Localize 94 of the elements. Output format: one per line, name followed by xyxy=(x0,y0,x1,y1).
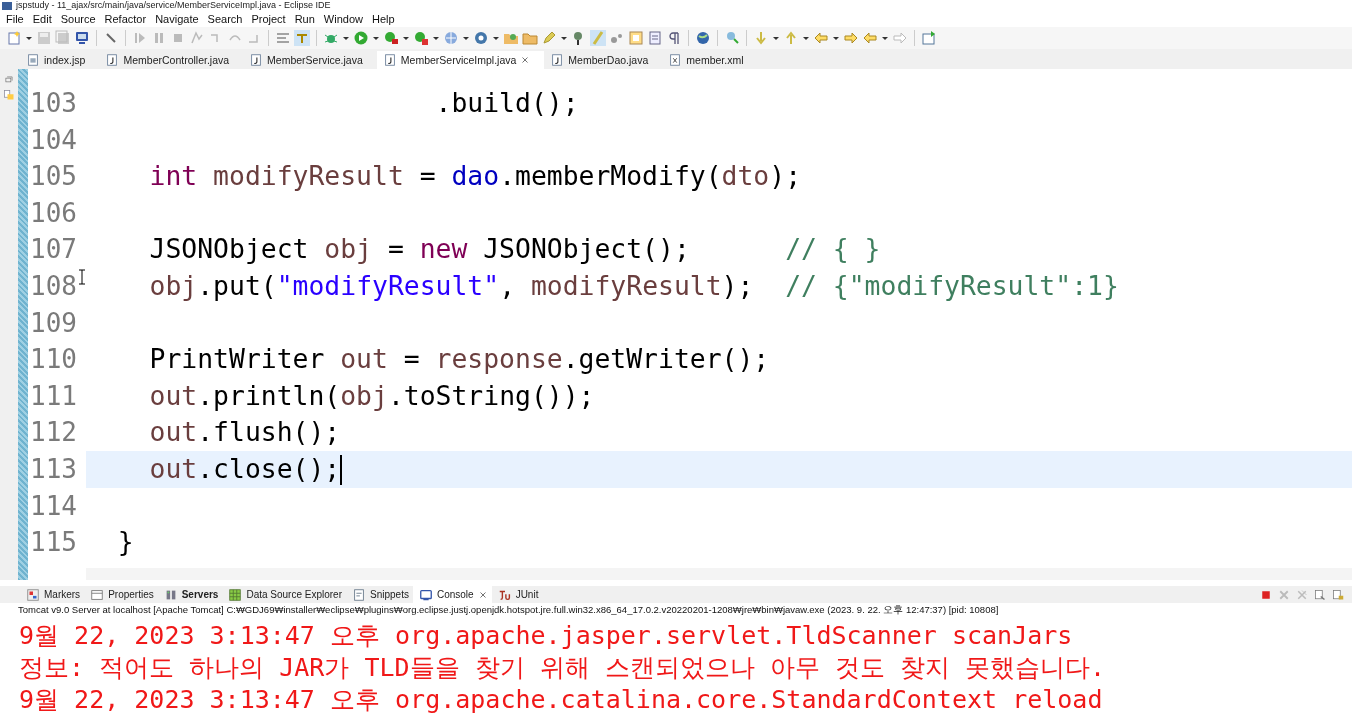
table-icon xyxy=(228,587,243,602)
java-file-icon xyxy=(382,53,397,67)
console-line: 정보: 적어도 하나의 JAR가 TLD들을 찾기 위해 스캔되었으나 아무 것도 찾지 못했습니다. xyxy=(19,652,1106,684)
monitor-icon[interactable] xyxy=(74,30,90,46)
dropdown-caret-icon[interactable] xyxy=(773,36,779,40)
code-line: out.println(obj.toString()); xyxy=(148,378,596,413)
dropdown-caret-icon[interactable] xyxy=(433,36,439,40)
menu-item[interactable]: Navigate xyxy=(151,13,204,25)
folder-icon[interactable] xyxy=(522,30,538,46)
java-file-icon xyxy=(105,53,120,67)
code-line: int modifyResult = dao.memberModify(dto); xyxy=(148,159,803,194)
code-line: obj.put("modifyResult", modifyResult); // {"modifyResult":1} xyxy=(148,268,1120,303)
code-line: PrintWriter out = response.getWriter(); xyxy=(148,342,771,377)
line-number: 110 xyxy=(29,343,76,377)
view-tab[interactable]: Console xyxy=(412,586,492,603)
editor-tab[interactable]: MemberDao.java xyxy=(544,51,663,69)
line-number: 113 xyxy=(29,452,76,486)
dropdown-caret-icon[interactable] xyxy=(403,36,409,40)
line-number: 109 xyxy=(29,306,76,340)
dropdown-caret-icon[interactable] xyxy=(493,36,499,40)
console-line: 9월 22, 2023 3:13:47 오후 org.apache.catalina.core.StandardContext reload xyxy=(19,684,1104,716)
menu-item[interactable]: Run xyxy=(290,13,320,25)
code-line: JSONObject obj = new JSONObject(); // { } xyxy=(148,232,882,267)
text-cursor-icon xyxy=(79,269,85,285)
line-number: 111 xyxy=(29,379,76,413)
code-line: .build(); xyxy=(434,86,580,120)
menu-item[interactable]: Edit xyxy=(28,13,57,25)
editor-tab[interactable]: MemberServiceImpl.java xyxy=(376,51,545,69)
line-number: 107 xyxy=(29,233,76,267)
external-tool-icon[interactable] xyxy=(413,30,429,46)
scroll-lock-icon[interactable] xyxy=(1332,588,1344,601)
view-tab[interactable]: Markers xyxy=(20,586,85,603)
line-number: 108 xyxy=(29,269,76,303)
remove-all-icon[interactable] xyxy=(1296,588,1308,601)
view-tab[interactable]: Properties xyxy=(84,586,158,603)
java-file-icon xyxy=(550,53,565,67)
line-number: 103 xyxy=(29,87,76,120)
window-title: jspstudy - 11_ajax/src/main/java/service/MemberServiceImpl.java - Eclipse IDE xyxy=(16,0,331,11)
editor-tab[interactable]: MemberController.java xyxy=(99,51,244,69)
menu-item[interactable]: Refactor xyxy=(100,13,152,25)
editor-tab[interactable]: MemberService.java xyxy=(243,51,377,69)
dropdown-caret-icon[interactable] xyxy=(26,36,32,40)
editor-tab[interactable]: member.xml xyxy=(662,51,758,69)
dropdown-caret-icon[interactable] xyxy=(463,36,469,40)
dropdown-caret-icon[interactable] xyxy=(561,36,567,40)
code-line: } xyxy=(116,525,135,560)
lines-icon[interactable] xyxy=(275,30,291,46)
dropdown-caret-icon[interactable] xyxy=(833,36,839,40)
editor-tab[interactable]: index.jsp xyxy=(20,51,100,69)
line-number: 115 xyxy=(29,526,76,560)
view-tab[interactable]: Data Source Explorer xyxy=(222,586,346,603)
pilcrow-icon[interactable] xyxy=(666,30,682,46)
close-icon xyxy=(477,589,488,600)
dropdown-caret-icon[interactable] xyxy=(343,36,349,40)
menu-item[interactable]: Window xyxy=(319,13,368,25)
clear-console-icon[interactable] xyxy=(1314,588,1326,601)
terminate-icon[interactable] xyxy=(1260,588,1272,601)
dropdown-caret-icon[interactable] xyxy=(803,36,809,40)
line-number: 105 xyxy=(29,160,76,194)
snippet-icon xyxy=(352,587,366,602)
dropdown-caret-icon[interactable] xyxy=(373,36,379,40)
line-number: 104 xyxy=(29,123,76,157)
search-icon[interactable] xyxy=(724,30,740,46)
block-icon[interactable] xyxy=(628,30,644,46)
view-tab[interactable]: Snippets xyxy=(346,586,413,603)
menu-item[interactable]: File xyxy=(2,13,29,25)
menu-item[interactable]: Help xyxy=(368,13,400,25)
app-icon xyxy=(2,1,12,10)
view-tab[interactable]: JUnit xyxy=(491,586,543,603)
skip-breakpoints-icon[interactable] xyxy=(294,30,310,46)
menu-item[interactable]: Project xyxy=(247,13,291,25)
disconnect-icon[interactable] xyxy=(189,30,205,46)
view-tab[interactable]: Servers xyxy=(157,586,223,603)
xml-file-icon xyxy=(668,53,683,67)
java-file-icon xyxy=(249,53,264,67)
restore-icon xyxy=(4,75,14,85)
line-number: 106 xyxy=(29,196,76,230)
dropdown-caret-icon[interactable] xyxy=(882,36,888,40)
console-icon xyxy=(418,587,433,602)
remove-icon[interactable] xyxy=(1278,588,1290,601)
line-number: 114 xyxy=(29,489,76,523)
globe-icon[interactable] xyxy=(695,30,711,46)
menu-item[interactable]: Search xyxy=(203,13,248,25)
web-page-icon xyxy=(26,53,40,67)
console-line: 9월 22, 2023 3:13:47 오후 org.apache.jasper.servlet.TldScanner scanJars xyxy=(19,620,1074,652)
coverage-icon[interactable] xyxy=(383,30,399,46)
new-window-icon[interactable] xyxy=(921,30,937,46)
code-line: out.flush(); xyxy=(148,415,342,450)
properties-icon xyxy=(90,587,105,602)
class-icon[interactable] xyxy=(473,30,489,46)
line-number: 112 xyxy=(29,416,76,450)
menu-item[interactable]: Source xyxy=(56,13,101,25)
package-explorer-icon xyxy=(3,89,15,101)
close-icon xyxy=(520,55,531,65)
